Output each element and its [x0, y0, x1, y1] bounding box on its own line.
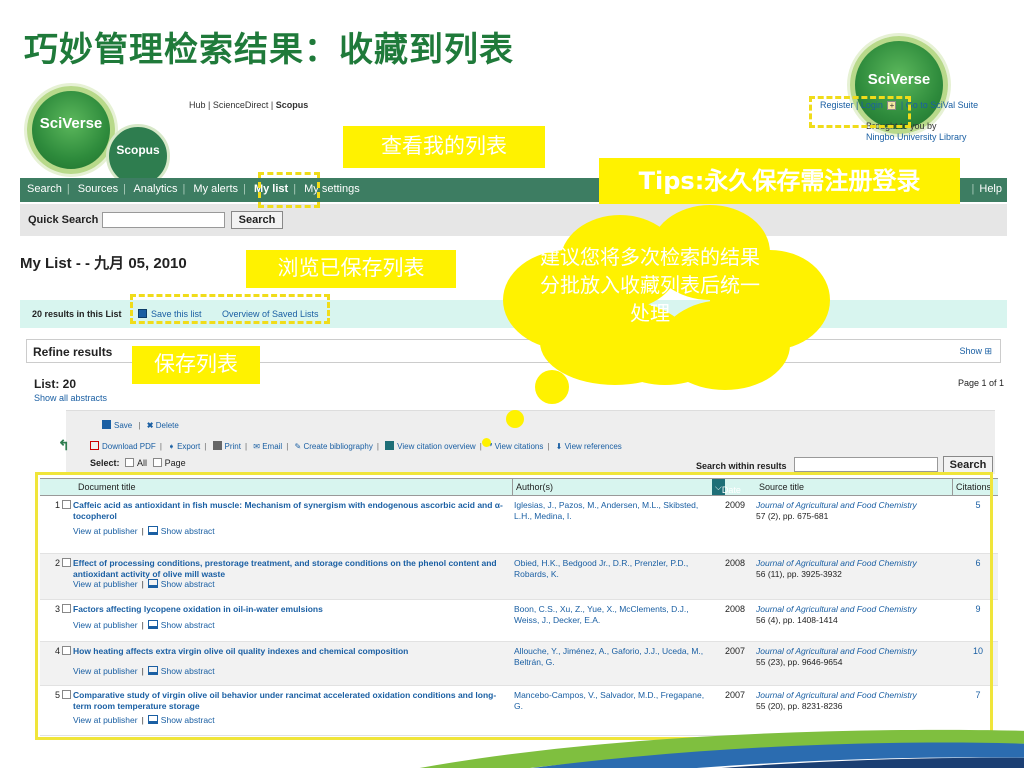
bibliography-icon: ✎ [294, 442, 302, 451]
export-icon: ➧ [168, 442, 175, 451]
references-icon: ⬇ [555, 442, 563, 451]
export-link[interactable]: Export [177, 442, 200, 451]
show-all-abstracts-link[interactable]: Show all abstracts [34, 393, 107, 403]
sciverse-corner-logo-text: SciVerse [867, 71, 931, 88]
save-icon [102, 420, 111, 429]
select-page-checkbox[interactable] [152, 458, 162, 467]
platform-links: Hub | ScienceDirect | Scopus [189, 100, 309, 110]
scopus-logo-text: Scopus [116, 143, 160, 157]
select-page-label: Page [164, 458, 186, 468]
chart-icon [385, 441, 395, 450]
select-all-label: All [137, 458, 148, 468]
my-list-highlight [258, 172, 320, 208]
scival-link[interactable]: Go to SciVal Suite [906, 100, 978, 110]
save-links-highlight [130, 294, 330, 324]
delete-icon: ✖ [146, 421, 154, 430]
decorative-swoosh [419, 729, 1024, 768]
quick-search-label: Quick Search [28, 214, 99, 226]
quick-search-input[interactable] [102, 212, 225, 228]
nav-analytics[interactable]: Analytics [133, 183, 177, 195]
nav-search[interactable]: Search [27, 183, 62, 195]
search-within-input[interactable] [794, 457, 938, 472]
note-save-list: 保存列表 [132, 346, 260, 384]
citation-overview-link[interactable]: View citation overview [397, 442, 476, 451]
select-all-checkbox[interactable] [125, 458, 135, 467]
list-count: List: 20 [34, 377, 77, 391]
email-link[interactable]: Email [262, 442, 282, 451]
download-pdf-link[interactable]: Download PDF [102, 442, 156, 451]
cloud-bubble [506, 410, 524, 428]
results-highlight-frame [35, 472, 993, 740]
list-toolbar: Save | ✖ Delete Download PDF | ➧ Export | … [66, 410, 995, 474]
quick-search-bar: Quick Search Search [20, 204, 1007, 236]
save-button[interactable]: Save [114, 421, 132, 430]
result-count: 20 results in this List [32, 309, 122, 319]
sciencedirect-link[interactable]: ScienceDirect [213, 100, 269, 110]
nav-help-label: Help [979, 183, 1002, 195]
refine-show-label: Show [959, 346, 982, 356]
hub-link[interactable]: Hub [189, 100, 206, 110]
cloud-bubble [482, 438, 491, 447]
view-references-link[interactable]: View references [565, 442, 622, 451]
select-label: Select: [90, 458, 120, 468]
library-link[interactable]: Ningbo University Library [866, 132, 967, 143]
note-cloud-text: 建议您将多次检索的结果分批放入收藏列表后统一处理 [540, 247, 760, 325]
view-citations-link[interactable]: View citations [495, 442, 544, 451]
email-icon: ✉ [253, 442, 260, 451]
delete-button[interactable]: Delete [156, 421, 179, 430]
nav-my-alerts[interactable]: My alerts [193, 183, 238, 195]
pdf-icon [90, 441, 99, 450]
sciverse-logo[interactable]: SciVerse [27, 86, 115, 174]
cloud-bubble [535, 370, 569, 404]
sciverse-logo-text: SciVerse [39, 115, 103, 132]
quick-search-button[interactable]: Search [231, 211, 283, 229]
nav-sources[interactable]: Sources [78, 183, 118, 195]
print-link[interactable]: Print [225, 442, 241, 451]
login-highlight [809, 96, 911, 128]
scopus-link[interactable]: Scopus [276, 100, 309, 110]
note-view-my-list: 查看我的列表 [343, 126, 545, 168]
refine-show-toggle[interactable]: Show ⊞ [959, 346, 992, 357]
search-within-label: Search within results [696, 461, 787, 471]
note-tips: Tips:永久保存需注册登录 [599, 158, 960, 204]
slide-title: 巧妙管理检索结果：收藏到列表 [24, 30, 514, 70]
return-arrow-icon: ↰ [58, 437, 70, 453]
refine-label: Refine results [33, 345, 113, 359]
note-browse-saved: 浏览已保存列表 [246, 250, 456, 288]
create-bibliography-link[interactable]: Create bibliography [303, 442, 372, 451]
page-title: My List - - 九月 05, 2010 [20, 255, 187, 272]
nav-help[interactable]: | Help [967, 183, 1002, 195]
page-indicator: Page 1 of 1 [958, 378, 1005, 388]
print-icon [212, 441, 222, 450]
